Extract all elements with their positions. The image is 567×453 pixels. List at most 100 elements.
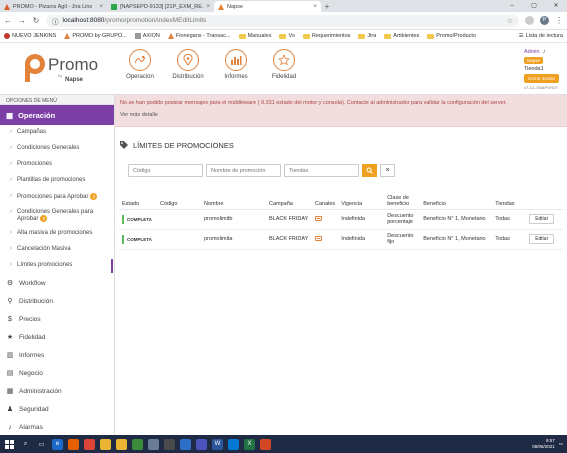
bookmark-folder[interactable]: Jira bbox=[358, 33, 376, 39]
edge-icon[interactable]: e bbox=[52, 438, 63, 450]
app-icon[interactable] bbox=[260, 438, 271, 450]
teams-icon[interactable] bbox=[196, 438, 207, 450]
user-name[interactable]: Admin bbox=[524, 49, 540, 55]
table-row[interactable]: COMPLETA promolimitb BLACK FRIDAY Indefi… bbox=[119, 209, 563, 230]
browser-tab[interactable]: [NAPSEPD-9133] [21P_EXM_RE... × bbox=[107, 1, 214, 12]
info-icon[interactable]: ⓘ bbox=[52, 16, 59, 26]
sidebar-item-promociones-aprobar[interactable]: › Promociones para Aprobar 2 bbox=[0, 189, 114, 205]
tab-title: PROMO - Pizarra Ágil - Jira Linx bbox=[13, 3, 93, 10]
table-row[interactable]: COMPLETA promolimita BLACK FRIDAY Indefi… bbox=[119, 229, 563, 250]
reload-icon[interactable]: ↻ bbox=[32, 16, 40, 25]
bookmark-star-icon[interactable]: ☆ bbox=[507, 17, 513, 25]
status-cell: COMPLETA bbox=[119, 209, 157, 230]
edit-button[interactable]: Editar bbox=[529, 234, 555, 244]
sidebar-item-alarmas[interactable]: ♪ Alarmas bbox=[0, 418, 114, 435]
task-view-icon[interactable]: ▭ bbox=[36, 439, 47, 450]
bookmark-item[interactable]: AXION bbox=[134, 33, 160, 39]
status-indicator bbox=[122, 214, 124, 224]
profile-avatar[interactable]: P bbox=[540, 16, 549, 25]
sidebar-item-administracion[interactable]: ▦ Administración bbox=[0, 382, 114, 400]
clock[interactable]: 9:57 08/06/2021 bbox=[532, 438, 555, 450]
word-icon[interactable]: W bbox=[212, 438, 223, 450]
module-nav: Operación Distribución Informes Fidelida… bbox=[120, 49, 304, 80]
extension-icon[interactable] bbox=[525, 16, 534, 25]
limits-table: Estado Código Nombre Campaña Canales Vig… bbox=[119, 189, 563, 250]
file-explorer-icon[interactable] bbox=[100, 438, 111, 450]
version-label: v7.3.1-SNAPSHOT bbox=[523, 85, 559, 90]
firefox-icon[interactable] bbox=[68, 438, 79, 450]
sidebar-item-informes[interactable]: ▥ Informes bbox=[0, 346, 114, 364]
promo-icon bbox=[64, 33, 71, 39]
promo-logo-icon[interactable] bbox=[24, 53, 46, 83]
sidebar-item-distribucion[interactable]: ⚲ Distribución bbox=[0, 292, 114, 310]
close-tab-icon[interactable]: × bbox=[313, 4, 317, 10]
sidebar-item-condiciones-aprobar[interactable]: › Condiciones Generales para Aprobar 0 bbox=[0, 205, 114, 226]
bookmark-item[interactable]: Finnegans - Transac... bbox=[167, 33, 231, 39]
sidebar-item-campanas[interactable]: › Campañas bbox=[0, 125, 114, 141]
sidebar-item-condiciones-generales[interactable]: › Condiciones Generales bbox=[0, 141, 114, 157]
sidebar-item-precios[interactable]: $ Precios bbox=[0, 310, 114, 328]
forward-icon[interactable]: → bbox=[18, 16, 26, 25]
minimize-icon[interactable]: – bbox=[501, 0, 523, 12]
napse-favicon-icon bbox=[218, 3, 224, 10]
sidebar-item-workflow[interactable]: ⚙ Workflow bbox=[0, 274, 114, 292]
code-filter-input[interactable] bbox=[128, 164, 203, 177]
outlook-icon[interactable] bbox=[228, 438, 239, 450]
close-tab-icon[interactable]: × bbox=[99, 4, 103, 10]
bookmark-item[interactable]: PROMO by GRUPO... bbox=[64, 33, 127, 39]
back-icon[interactable]: ← bbox=[4, 16, 12, 25]
browser-tab-active[interactable]: Napse × bbox=[214, 1, 321, 12]
sidebar-item-seguridad[interactable]: ♟ Seguridad bbox=[0, 400, 114, 418]
close-window-icon[interactable]: ✕ bbox=[545, 0, 567, 12]
col-header: Clase de beneficio bbox=[384, 189, 421, 210]
store-name: Tienda1 bbox=[523, 66, 544, 72]
app-icon[interactable] bbox=[164, 438, 175, 450]
sidebar-item-promociones[interactable]: › Promociones bbox=[0, 157, 114, 173]
new-tab-button[interactable]: + bbox=[321, 1, 333, 12]
search-icon[interactable]: ⌕ bbox=[20, 439, 31, 450]
bell-icon[interactable]: ♪ bbox=[543, 49, 546, 55]
notifications-icon[interactable]: ▭ bbox=[559, 441, 563, 447]
app-icon[interactable] bbox=[132, 438, 143, 450]
sidebar-section-operacion[interactable]: ▦ Operación bbox=[0, 105, 114, 125]
module-fidelidad[interactable]: Fidelidad bbox=[264, 49, 304, 80]
bookmark-folder[interactable]: Requerimientos bbox=[302, 33, 350, 39]
browser-tab[interactable]: PROMO - Pizarra Ágil - Jira Linx × bbox=[0, 1, 107, 12]
chrome-icon[interactable] bbox=[84, 438, 95, 450]
excel-icon[interactable]: X bbox=[244, 438, 255, 450]
folder-icon[interactable] bbox=[116, 438, 127, 450]
close-tab-icon[interactable]: × bbox=[206, 4, 210, 10]
clear-filters-button[interactable]: × bbox=[380, 164, 395, 177]
promo-name-filter-input[interactable] bbox=[206, 164, 281, 177]
bookmark-item[interactable]: NUEVO JENKINS bbox=[4, 33, 56, 39]
bookmark-folder[interactable]: Manuales bbox=[238, 33, 271, 39]
alert-detail-link[interactable]: Ver más detalle bbox=[120, 112, 562, 118]
module-operacion[interactable]: Operación bbox=[120, 49, 160, 80]
url-field[interactable]: ⓘ localhost:8080/promo/promotion/indexME… bbox=[46, 14, 519, 27]
sidebar-item-fidelidad[interactable]: ★ Fidelidad bbox=[0, 328, 114, 346]
folder-icon bbox=[302, 33, 310, 39]
reading-list-button[interactable]: ☰ Lista de lectura bbox=[519, 33, 563, 39]
module-distribucion[interactable]: Distribución bbox=[168, 49, 208, 80]
windows-start-icon[interactable] bbox=[4, 439, 15, 450]
sidebar-item-cancelacion-masiva[interactable]: › Cancelación Masiva bbox=[0, 242, 114, 258]
module-informes[interactable]: Informes bbox=[216, 49, 256, 80]
app-icon[interactable] bbox=[148, 438, 159, 450]
bookmark-folder[interactable]: Ambientes bbox=[384, 33, 419, 39]
menu-kebab-icon[interactable]: ⋮ bbox=[555, 16, 563, 25]
sidebar-item-plantillas[interactable]: › Plantillas de promociones bbox=[0, 173, 114, 189]
sidebar-item-negocio[interactable]: ▤ Negocio bbox=[0, 364, 114, 382]
bookmark-folder[interactable]: Vs bbox=[279, 33, 295, 39]
search-button[interactable] bbox=[362, 164, 377, 177]
chevron-right-icon: › bbox=[10, 177, 12, 183]
maximize-icon[interactable]: ▢ bbox=[523, 0, 545, 12]
edit-button[interactable]: Editar bbox=[529, 214, 555, 224]
logout-button[interactable]: Cerrar sesión bbox=[523, 74, 559, 83]
sidebar-item-alta-masiva[interactable]: › Alta masiva de promociones bbox=[0, 226, 114, 242]
app-icon[interactable] bbox=[180, 438, 191, 450]
name-cell: promolimitb bbox=[201, 209, 266, 230]
stores-filter-input[interactable] bbox=[284, 164, 359, 177]
sidebar-item-limites[interactable]: › Límites promociones bbox=[0, 258, 114, 274]
location-pin-icon bbox=[177, 49, 199, 71]
bookmark-folder[interactable]: Promo/Producto bbox=[427, 33, 476, 39]
